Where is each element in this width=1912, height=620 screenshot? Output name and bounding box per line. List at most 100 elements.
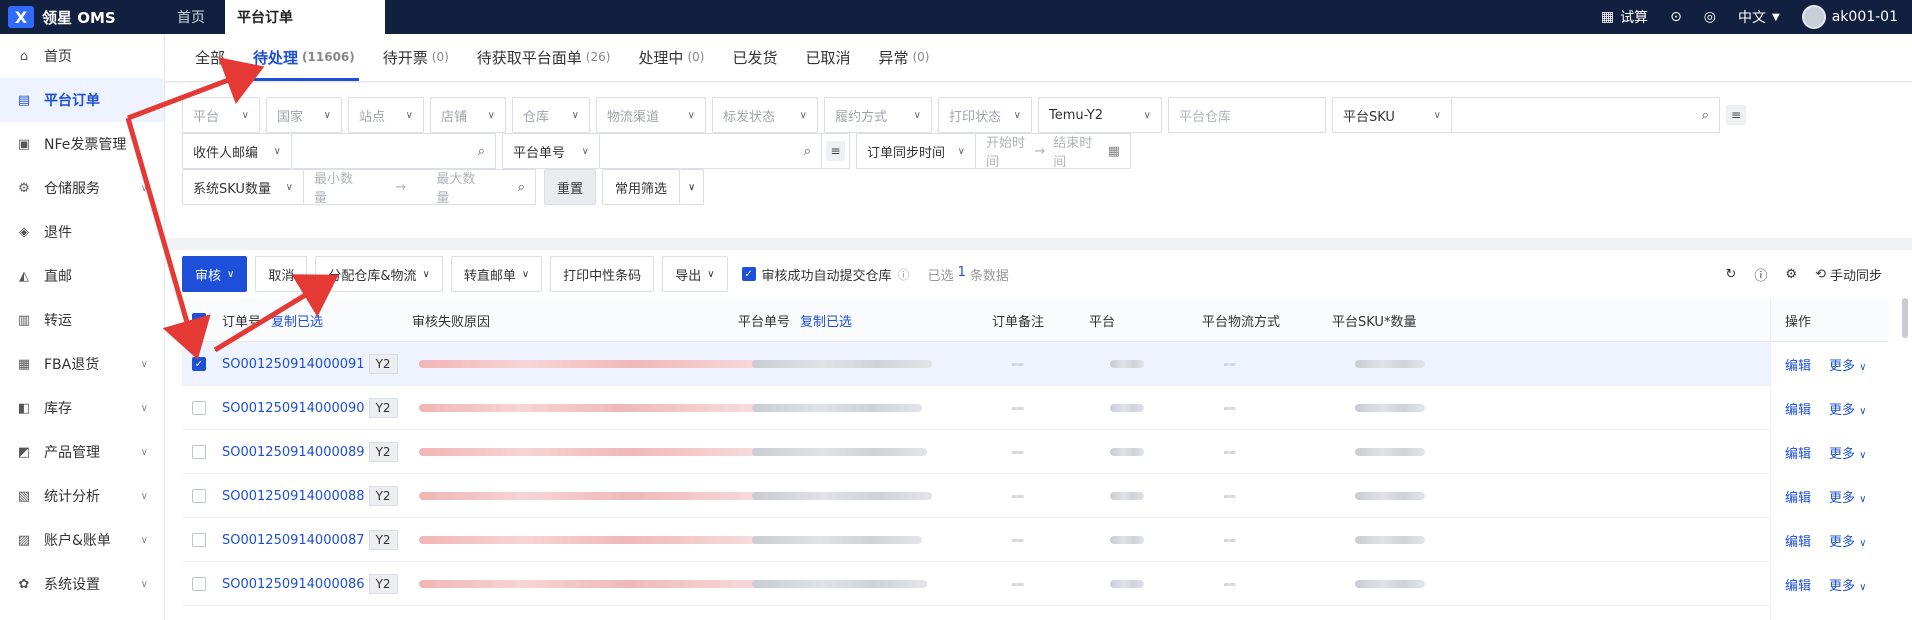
search-icon[interactable]: ⌕ [518, 180, 525, 195]
top-tab-home[interactable]: 首页 [165, 0, 217, 34]
tab-await-label[interactable]: 待获取平台面单 (26) [463, 33, 625, 81]
row-checkbox[interactable] [192, 401, 206, 415]
copy-selected-platform-link[interactable]: 复制已选 [800, 311, 852, 330]
tab-shipped[interactable]: 已发货 [718, 33, 791, 81]
filter-country[interactable]: 国家 ∨ [266, 97, 342, 133]
order-no-link[interactable]: SO001250914000087 [222, 533, 365, 548]
print-barcode-button[interactable]: 打印中性条码 [550, 256, 655, 292]
select-all-checkbox[interactable] [192, 313, 206, 327]
more-menu[interactable]: 更多 ∨ [1829, 443, 1866, 462]
edit-link[interactable]: 编辑 [1785, 531, 1811, 550]
filter-print-status[interactable]: 打印状态 ∨ [938, 97, 1032, 133]
table-row[interactable]: SO001250914000090 Y2 编辑 更多 ∨ [182, 386, 1889, 430]
more-menu[interactable]: 更多 ∨ [1829, 575, 1866, 594]
export-button[interactable]: 导出 ∨ [662, 256, 728, 292]
settings-gear-icon[interactable]: ◎ [1704, 9, 1716, 25]
platform-no-select[interactable]: 平台单号 ∨ [502, 133, 600, 169]
sidebar-item-nfe[interactable]: ▣ NFe发票管理 [0, 122, 164, 166]
platform-no-input[interactable]: ⌕ [600, 133, 822, 169]
row-checkbox[interactable] [192, 533, 206, 547]
more-menu[interactable]: 更多 ∨ [1829, 531, 1866, 550]
table-row[interactable]: SO001250914000089 Y2 编辑 更多 ∨ [182, 430, 1889, 474]
row-checkbox-cell[interactable] [192, 562, 206, 606]
row-checkbox[interactable] [192, 489, 206, 503]
tab-exception[interactable]: 异常 (0) [864, 33, 943, 81]
more-menu[interactable]: 更多 ∨ [1829, 399, 1866, 418]
tab-all[interactable]: 全部 [181, 33, 239, 81]
filter-mark-status[interactable]: 标发状态 ∨ [712, 97, 818, 133]
filter-logistics[interactable]: 物流渠道 ∨ [596, 97, 706, 133]
edit-link[interactable]: 编辑 [1785, 487, 1811, 506]
order-no-link[interactable]: SO001250914000089 [222, 445, 365, 460]
sidebar-item-inventory[interactable]: ◧ 库存 ∨ [0, 386, 164, 430]
sidebar-item-platform-orders[interactable]: ▤ 平台订单 [0, 78, 164, 122]
filter-store[interactable]: 店铺 ∨ [430, 97, 506, 133]
trial-calc-button[interactable]: ▦ 试算 [1601, 7, 1648, 27]
logo[interactable]: X 领星 OMS [0, 0, 165, 34]
table-row[interactable]: 编辑 更多 ∨ [182, 606, 1889, 620]
row-checkbox-cell[interactable]: ✓ [192, 342, 206, 386]
sku-qty-select[interactable]: 系统SKU数量 ∨ [182, 169, 304, 205]
sync-time-select[interactable]: 订单同步时间 ∨ [856, 133, 976, 169]
sidebar-item-products[interactable]: ◩ 产品管理 ∨ [0, 430, 164, 474]
language-select[interactable]: 中文 ▼ [1738, 7, 1780, 27]
more-menu[interactable]: 更多 ∨ [1829, 487, 1866, 506]
sidebar-item-returns[interactable]: ◈ 退件 [0, 210, 164, 254]
tab-pending[interactable]: 待处理 (11606) [239, 33, 369, 81]
sidebar-item-home[interactable]: ⌂ 首页 [0, 34, 164, 78]
sidebar-item-settings[interactable]: ✿ 系统设置 ∨ [0, 562, 164, 606]
header-select-all[interactable] [192, 298, 206, 342]
table-row[interactable]: SO001250914000086 Y2 编辑 更多 ∨ [182, 562, 1889, 606]
more-menu[interactable]: 更多 ∨ [1829, 355, 1866, 374]
audit-button[interactable]: 审核 ∨ [182, 256, 248, 292]
batch-list-icon[interactable]: ≡ [822, 133, 850, 169]
edit-link[interactable]: 编辑 [1785, 355, 1811, 374]
table-row[interactable]: SO001250914000087 Y2 编辑 更多 ∨ [182, 518, 1889, 562]
sidebar-item-transfer[interactable]: ▥ 转运 [0, 298, 164, 342]
top-tab-platform-orders[interactable]: 平台订单 [225, 0, 385, 34]
sidebar-item-account[interactable]: ▨ 账户&账单 ∨ [0, 518, 164, 562]
order-no-link[interactable]: SO001250914000090 [222, 401, 365, 416]
search-icon[interactable]: ⌕ [804, 144, 811, 159]
order-no-link[interactable]: SO001250914000088 [222, 489, 365, 504]
row-checkbox-cell[interactable] [192, 474, 206, 518]
tab-processing[interactable]: 处理中 (0) [624, 33, 718, 81]
auto-submit-option[interactable]: ✓ 审核成功自动提交仓库 ⓘ [741, 265, 910, 284]
edit-link[interactable]: 编辑 [1785, 575, 1811, 594]
order-no-link[interactable]: SO001250914000086 [222, 577, 365, 592]
cancel-button[interactable]: 取消 [255, 256, 308, 292]
tab-to-invoice[interactable]: 待开票 (0) [369, 33, 463, 81]
recipient-field-select[interactable]: 收件人邮编 ∨ [182, 133, 292, 169]
filter-site[interactable]: 站点 ∨ [348, 97, 424, 133]
sku-search-input[interactable]: ⌕ [1452, 97, 1720, 133]
filter-platform-value[interactable]: Temu-Y2 ∨ [1038, 97, 1162, 133]
row-checkbox-cell[interactable] [192, 518, 206, 562]
reset-button[interactable]: 重置 [544, 169, 597, 205]
copy-selected-link[interactable]: 复制已选 [271, 311, 323, 330]
row-checkbox-cell[interactable] [192, 386, 206, 430]
row-checkbox-cell[interactable] [192, 430, 206, 474]
help-icon[interactable]: ⓘ [1754, 265, 1767, 284]
order-no-link[interactable]: SO001250914000091 [222, 357, 365, 372]
search-icon[interactable]: ⌕ [478, 144, 485, 159]
common-filter-button[interactable]: 常用筛选 [602, 169, 681, 205]
row-checkbox-cell[interactable] [192, 606, 206, 620]
table-row[interactable]: ✓ SO001250914000091 Y2 编辑 更多 ∨ [182, 342, 1889, 386]
sidebar-item-fba-returns[interactable]: ▦ FBA退货 ∨ [0, 342, 164, 386]
download-icon[interactable]: ⊙ [1670, 9, 1682, 25]
filter-platform[interactable]: 平台 ∨ [182, 97, 260, 133]
row-checkbox[interactable] [192, 445, 206, 459]
sidebar-item-warehouse[interactable]: ⚙ 仓储服务 ∨ [0, 166, 164, 210]
convert-direct-mail-button[interactable]: 转直邮单 ∨ [450, 256, 543, 292]
row-checkbox[interactable] [192, 577, 206, 591]
user-menu[interactable]: ak001-01 [1801, 5, 1898, 29]
platform-warehouse-input[interactable]: 平台仓库 [1168, 97, 1326, 133]
search-icon[interactable]: ⌕ [1702, 108, 1709, 123]
filter-fulfillment[interactable]: 履约方式 ∨ [824, 97, 932, 133]
filter-warehouse[interactable]: 仓库 ∨ [512, 97, 590, 133]
batch-input-icon[interactable]: ≡ [1726, 105, 1746, 125]
qty-range-input[interactable]: 最小数量 → 最大数量 ⌕ [304, 169, 536, 206]
edit-link[interactable]: 编辑 [1785, 399, 1811, 418]
assign-warehouse-logistics-button[interactable]: 分配仓库&物流 ∨ [315, 256, 443, 292]
sidebar-item-direct-mail[interactable]: ◭ 直邮 [0, 254, 164, 298]
